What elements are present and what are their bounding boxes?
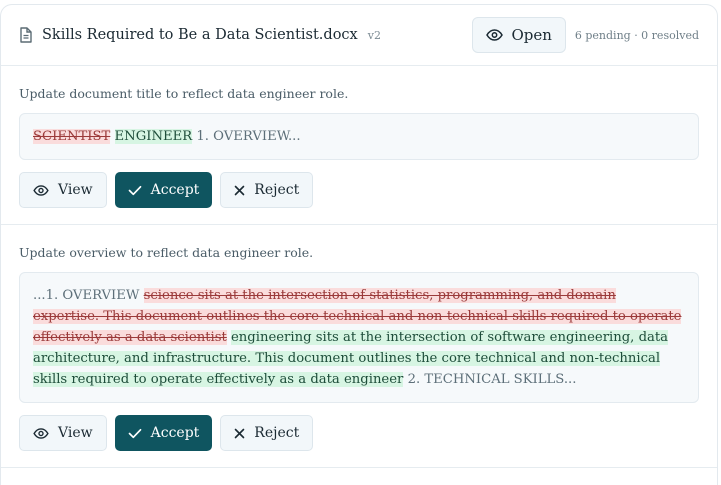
context-after: 2. TECHNICAL SKILLS... bbox=[407, 372, 577, 387]
diff-preview: ...1. OVERVIEW science sits at the inter… bbox=[19, 272, 699, 403]
change-item: Update overview to reflect data engineer… bbox=[1, 225, 717, 468]
change-actions: View Accept Reject bbox=[19, 172, 699, 208]
review-panel: Skills Required to Be a Data Scientist.d… bbox=[0, 4, 718, 485]
view-label: View bbox=[58, 182, 93, 198]
change-item: Update document title to reflect data en… bbox=[1, 66, 717, 225]
document-icon bbox=[19, 27, 33, 43]
view-button[interactable]: View bbox=[19, 172, 107, 208]
review-header: Skills Required to Be a Data Scientist.d… bbox=[1, 5, 717, 66]
close-icon bbox=[234, 185, 245, 196]
context-before: ...1. OVERVIEW bbox=[33, 288, 140, 303]
accept-label: Accept bbox=[150, 182, 200, 198]
reject-label: Reject bbox=[254, 182, 300, 198]
open-button-label: Open bbox=[511, 26, 552, 44]
change-description: Update document title to reflect data en… bbox=[19, 86, 349, 101]
open-document-button[interactable]: Open bbox=[472, 17, 566, 53]
view-button[interactable]: View bbox=[19, 415, 107, 451]
review-status: 6 pending · 0 resolved bbox=[574, 28, 699, 42]
accept-button[interactable]: Accept bbox=[114, 415, 213, 451]
eye-icon bbox=[33, 184, 49, 196]
change-description: Update overview to reflect data engineer… bbox=[19, 245, 314, 260]
document-title: Skills Required to Be a Data Scientist.d… bbox=[42, 27, 358, 43]
reject-button[interactable]: Reject bbox=[220, 415, 314, 451]
close-icon bbox=[234, 428, 245, 439]
check-icon bbox=[128, 185, 142, 196]
eye-icon bbox=[33, 427, 49, 439]
eye-icon bbox=[486, 29, 504, 41]
reject-label: Reject bbox=[254, 425, 300, 441]
version-badge: v2 bbox=[367, 28, 381, 42]
view-label: View bbox=[58, 425, 93, 441]
deleted-text: SCIENTIST bbox=[33, 129, 111, 144]
accept-label: Accept bbox=[150, 425, 200, 441]
context-after: 1. OVERVIEW... bbox=[196, 129, 301, 144]
check-icon bbox=[128, 428, 142, 439]
inserted-text: ENGINEER bbox=[114, 129, 193, 144]
diff-preview: SCIENTIST ENGINEER 1. OVERVIEW... bbox=[19, 113, 699, 160]
change-actions: View Accept Reject bbox=[19, 415, 699, 451]
reject-button[interactable]: Reject bbox=[220, 172, 314, 208]
accept-button[interactable]: Accept bbox=[114, 172, 213, 208]
